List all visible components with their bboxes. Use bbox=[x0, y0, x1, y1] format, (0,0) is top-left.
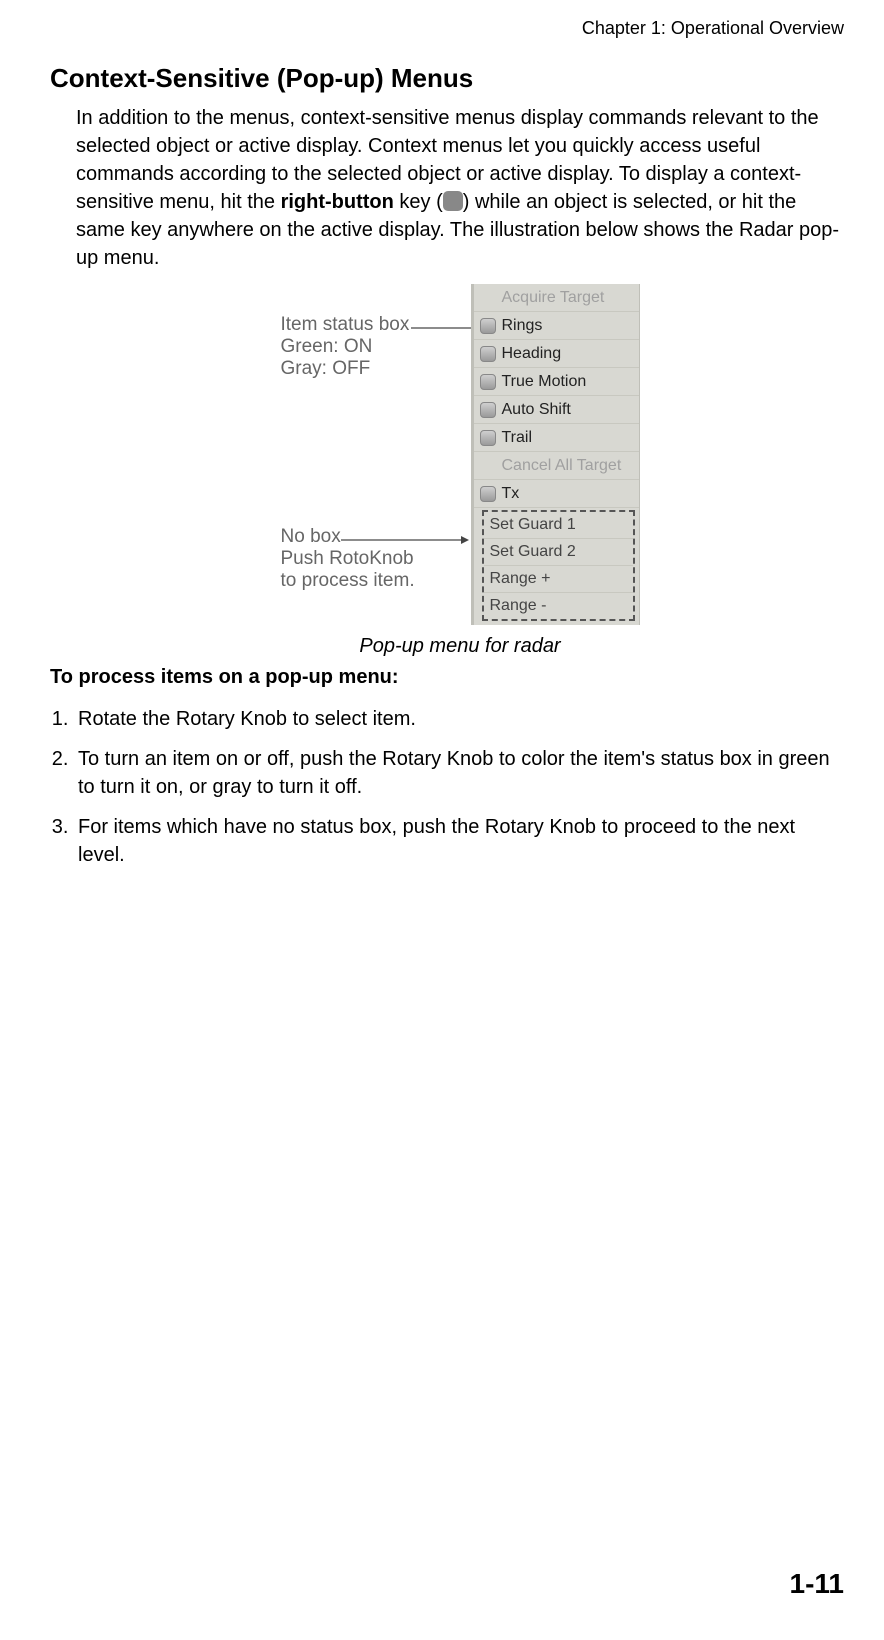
status-box-icon bbox=[480, 430, 496, 446]
menu-item-heading[interactable]: Heading bbox=[474, 340, 639, 368]
arrow-icon bbox=[341, 534, 471, 546]
intro-paragraph: In addition to the menus, context-sensit… bbox=[76, 104, 844, 272]
page-header: Chapter 1: Operational Overview bbox=[50, 18, 844, 39]
step-2: To turn an item on or off, push the Rota… bbox=[74, 745, 844, 801]
annot-status-box-l3: Gray: OFF bbox=[281, 358, 471, 380]
menu-item-set-guard-2[interactable]: Set Guard 2 bbox=[484, 539, 633, 566]
procedure-heading: To process items on a pop-up menu: bbox=[50, 666, 844, 689]
step-3: For items which have no status box, push… bbox=[74, 813, 844, 869]
procedure-steps: Rotate the Rotary Knob to select item. T… bbox=[50, 705, 844, 869]
step-1: Rotate the Rotary Knob to select item. bbox=[74, 705, 844, 733]
menu-item-label: Auto Shift bbox=[502, 401, 571, 419]
page-number: 1-11 bbox=[790, 1568, 845, 1600]
menu-item-rings[interactable]: Rings bbox=[474, 312, 639, 340]
menu-item-label: True Motion bbox=[502, 373, 587, 391]
menu-item-label: Rings bbox=[502, 317, 543, 335]
figure-caption: Pop-up menu for radar bbox=[76, 635, 844, 658]
status-box-icon bbox=[480, 486, 496, 502]
menu-item-true-motion[interactable]: True Motion bbox=[474, 368, 639, 396]
right-button-key-label: right-button bbox=[281, 191, 394, 213]
menu-item-acquire-target[interactable]: Acquire Target bbox=[474, 284, 639, 312]
dashed-submenu: Set Guard 1 Set Guard 2 Range + Range - bbox=[482, 510, 635, 621]
radar-popup-menu: Acquire Target Rings Heading True Motion bbox=[471, 284, 640, 625]
status-box-icon bbox=[480, 402, 496, 418]
menu-item-set-guard-1[interactable]: Set Guard 1 bbox=[484, 512, 633, 539]
right-button-icon bbox=[443, 191, 463, 211]
menu-item-cancel-all-target[interactable]: Cancel All Target bbox=[474, 452, 639, 480]
menu-item-label: Cancel All Target bbox=[502, 457, 622, 475]
annot-no-box-l2: Push RotoKnob bbox=[281, 548, 471, 570]
menu-item-trail[interactable]: Trail bbox=[474, 424, 639, 452]
status-box-icon bbox=[480, 318, 496, 334]
menu-item-tx[interactable]: Tx bbox=[474, 480, 639, 508]
status-box-icon bbox=[480, 374, 496, 390]
status-box-icon bbox=[480, 346, 496, 362]
figure-popup-menu: Item status box Green: ON Gray: OFF No b… bbox=[76, 284, 844, 625]
annot-no-box-l3: to process item. bbox=[281, 570, 471, 592]
menu-item-label: Tx bbox=[502, 485, 520, 503]
menu-item-label: Heading bbox=[502, 345, 562, 363]
annot-status-box-l2: Green: ON bbox=[281, 336, 471, 358]
intro-text-b: key ( bbox=[394, 191, 443, 213]
figure-annotations: Item status box Green: ON Gray: OFF No b… bbox=[281, 284, 471, 624]
menu-item-auto-shift[interactable]: Auto Shift bbox=[474, 396, 639, 424]
menu-item-label: Trail bbox=[502, 429, 533, 447]
menu-item-label: Acquire Target bbox=[502, 289, 605, 307]
menu-item-range-minus[interactable]: Range - bbox=[484, 593, 633, 619]
section-title: Context-Sensitive (Pop-up) Menus bbox=[50, 63, 844, 94]
menu-item-range-plus[interactable]: Range + bbox=[484, 566, 633, 593]
